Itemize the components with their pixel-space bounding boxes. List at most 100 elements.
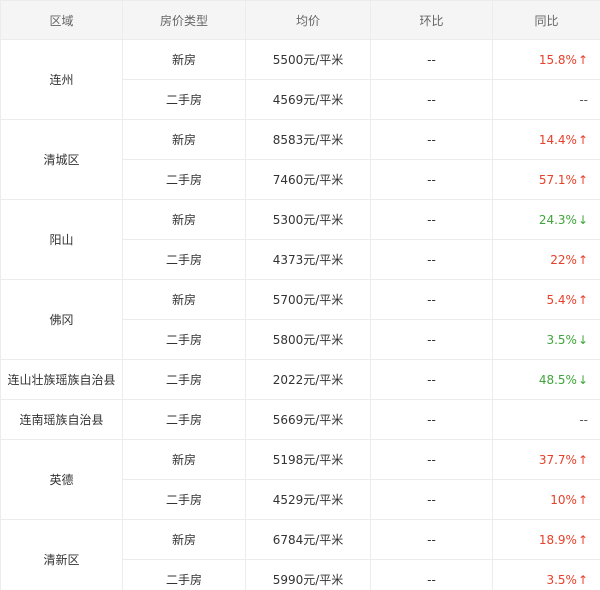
mom-change-cell: -- [370, 159, 493, 200]
house-type-cell: 二手房 [122, 319, 246, 360]
avg-price-cell: 5990元/平米 [245, 559, 371, 590]
mom-change-cell: -- [370, 319, 493, 360]
mom-change-cell: -- [370, 279, 493, 320]
header-avg-price: 均价 [245, 0, 371, 40]
avg-price-cell: 4569元/平米 [245, 79, 371, 120]
house-type-cell: 二手房 [122, 559, 246, 590]
region-name-cell: 连州 [0, 39, 123, 120]
avg-price-cell: 5700元/平米 [245, 279, 371, 320]
table-body: 连州 新房 5500元/平米 -- 15.8%↑ 二手房 4569元/平米 -- -- 清城区 新房… [0, 39, 600, 590]
avg-price-cell: 4529元/平米 [245, 479, 371, 520]
yoy-change-cell: 37.7%↑ [492, 439, 600, 480]
table-row: 连南瑶族自治县 二手房 5669元/平米 -- -- [0, 399, 600, 440]
region-name-cell: 佛冈 [0, 279, 123, 360]
yoy-change-cell: 3.5%↑ [492, 559, 600, 590]
yoy-value: 24.3% [538, 212, 577, 227]
region-name-cell: 连南瑶族自治县 [0, 399, 123, 440]
yoy-change-cell: 5.4%↑ [492, 279, 600, 320]
mom-change-cell: -- [370, 439, 493, 480]
yoy-change-cell: 14.4%↑ [492, 119, 600, 160]
header-region: 区域 [0, 0, 123, 40]
table-row: 连山壮族瑶族自治县 二手房 2022元/平米 -- 48.5%↓ [0, 359, 600, 400]
yoy-change-cell: 15.8%↑ [492, 39, 600, 80]
mom-change-cell: -- [370, 519, 493, 560]
yoy-value: 57.1% [538, 172, 577, 187]
yoy-value: 37.7% [538, 452, 577, 467]
region-name-cell: 清城区 [0, 119, 123, 200]
yoy-value: 15.8% [538, 52, 577, 67]
arrow-up-icon: ↑ [577, 52, 588, 67]
house-type-cell: 新房 [122, 519, 246, 560]
yoy-change-cell: 3.5%↓ [492, 319, 600, 360]
arrow-up-icon: ↑ [577, 292, 588, 307]
mom-change-cell: -- [370, 479, 493, 520]
house-type-cell: 二手房 [122, 399, 246, 440]
house-type-cell: 新房 [122, 199, 246, 240]
table-row: 连州 新房 5500元/平米 -- 15.8%↑ [0, 39, 600, 120]
mom-change-cell: -- [370, 199, 493, 240]
mom-change-cell: -- [370, 79, 493, 120]
house-type-cell: 新房 [122, 439, 246, 480]
avg-price-cell: 8583元/平米 [245, 119, 371, 160]
yoy-value: 3.5% [546, 572, 577, 587]
house-type-cell: 二手房 [122, 159, 246, 200]
arrow-up-icon: ↑ [577, 572, 588, 587]
arrow-up-icon: ↑ [577, 492, 588, 507]
mom-change-cell: -- [370, 239, 493, 280]
arrow-up-icon: ↑ [577, 132, 588, 147]
house-type-cell: 新房 [122, 279, 246, 320]
arrow-down-icon: ↓ [577, 332, 588, 347]
arrow-up-icon: ↑ [577, 452, 588, 467]
avg-price-cell: 5500元/平米 [245, 39, 371, 80]
house-type-cell: 新房 [122, 39, 246, 80]
avg-price-cell: 2022元/平米 [245, 359, 371, 400]
yoy-change-cell: 57.1%↑ [492, 159, 600, 200]
header-type: 房价类型 [122, 0, 246, 40]
region-name-cell: 连山壮族瑶族自治县 [0, 359, 123, 400]
header-yoy: 同比 [492, 0, 600, 40]
yoy-value: 18.9% [538, 532, 577, 547]
avg-price-cell: 5198元/平米 [245, 439, 371, 480]
arrow-up-icon: ↑ [577, 532, 588, 547]
table-header-row: 区域 房价类型 均价 环比 同比 [0, 0, 600, 40]
avg-price-cell: 6784元/平米 [245, 519, 371, 560]
arrow-up-icon: ↑ [577, 172, 588, 187]
arrow-up-icon: ↑ [577, 252, 588, 267]
house-type-cell: 二手房 [122, 239, 246, 280]
region-name-cell: 清新区 [0, 519, 123, 590]
yoy-change-cell: 18.9%↑ [492, 519, 600, 560]
yoy-value: 5.4% [546, 292, 577, 307]
price-table-container: 区域 房价类型 均价 环比 同比 连州 新房 5500元/平米 -- 15.8%↑ 二手房… [0, 0, 600, 590]
house-type-cell: 二手房 [122, 479, 246, 520]
arrow-down-icon: ↓ [577, 212, 588, 227]
yoy-change-cell: -- [492, 79, 600, 120]
avg-price-cell: 7460元/平米 [245, 159, 371, 200]
yoy-change-cell: 24.3%↓ [492, 199, 600, 240]
mom-change-cell: -- [370, 39, 493, 80]
yoy-value: 22% [550, 252, 577, 267]
table-row: 清城区 新房 8583元/平米 -- 14.4%↑ [0, 119, 600, 200]
yoy-value: -- [579, 412, 588, 427]
table-row: 清新区 新房 6784元/平米 -- 18.9%↑ [0, 519, 600, 590]
mom-change-cell: -- [370, 559, 493, 590]
yoy-value: 3.5% [546, 332, 577, 347]
table-row: 佛冈 新房 5700元/平米 -- 5.4%↑ [0, 279, 600, 360]
yoy-change-cell: 10%↑ [492, 479, 600, 520]
avg-price-cell: 5300元/平米 [245, 199, 371, 240]
mom-change-cell: -- [370, 119, 493, 160]
table-row: 英德 新房 5198元/平米 -- 37.7%↑ [0, 439, 600, 520]
header-mom: 环比 [370, 0, 493, 40]
region-name-cell: 英德 [0, 439, 123, 520]
yoy-value: 14.4% [538, 132, 577, 147]
yoy-value: 10% [550, 492, 577, 507]
yoy-change-cell: 22%↑ [492, 239, 600, 280]
house-type-cell: 二手房 [122, 79, 246, 120]
avg-price-cell: 5800元/平米 [245, 319, 371, 360]
house-type-cell: 二手房 [122, 359, 246, 400]
yoy-value: 48.5% [538, 372, 577, 387]
house-type-cell: 新房 [122, 119, 246, 160]
mom-change-cell: -- [370, 399, 493, 440]
region-name-cell: 阳山 [0, 199, 123, 280]
mom-change-cell: -- [370, 359, 493, 400]
yoy-change-cell: 48.5%↓ [492, 359, 600, 400]
